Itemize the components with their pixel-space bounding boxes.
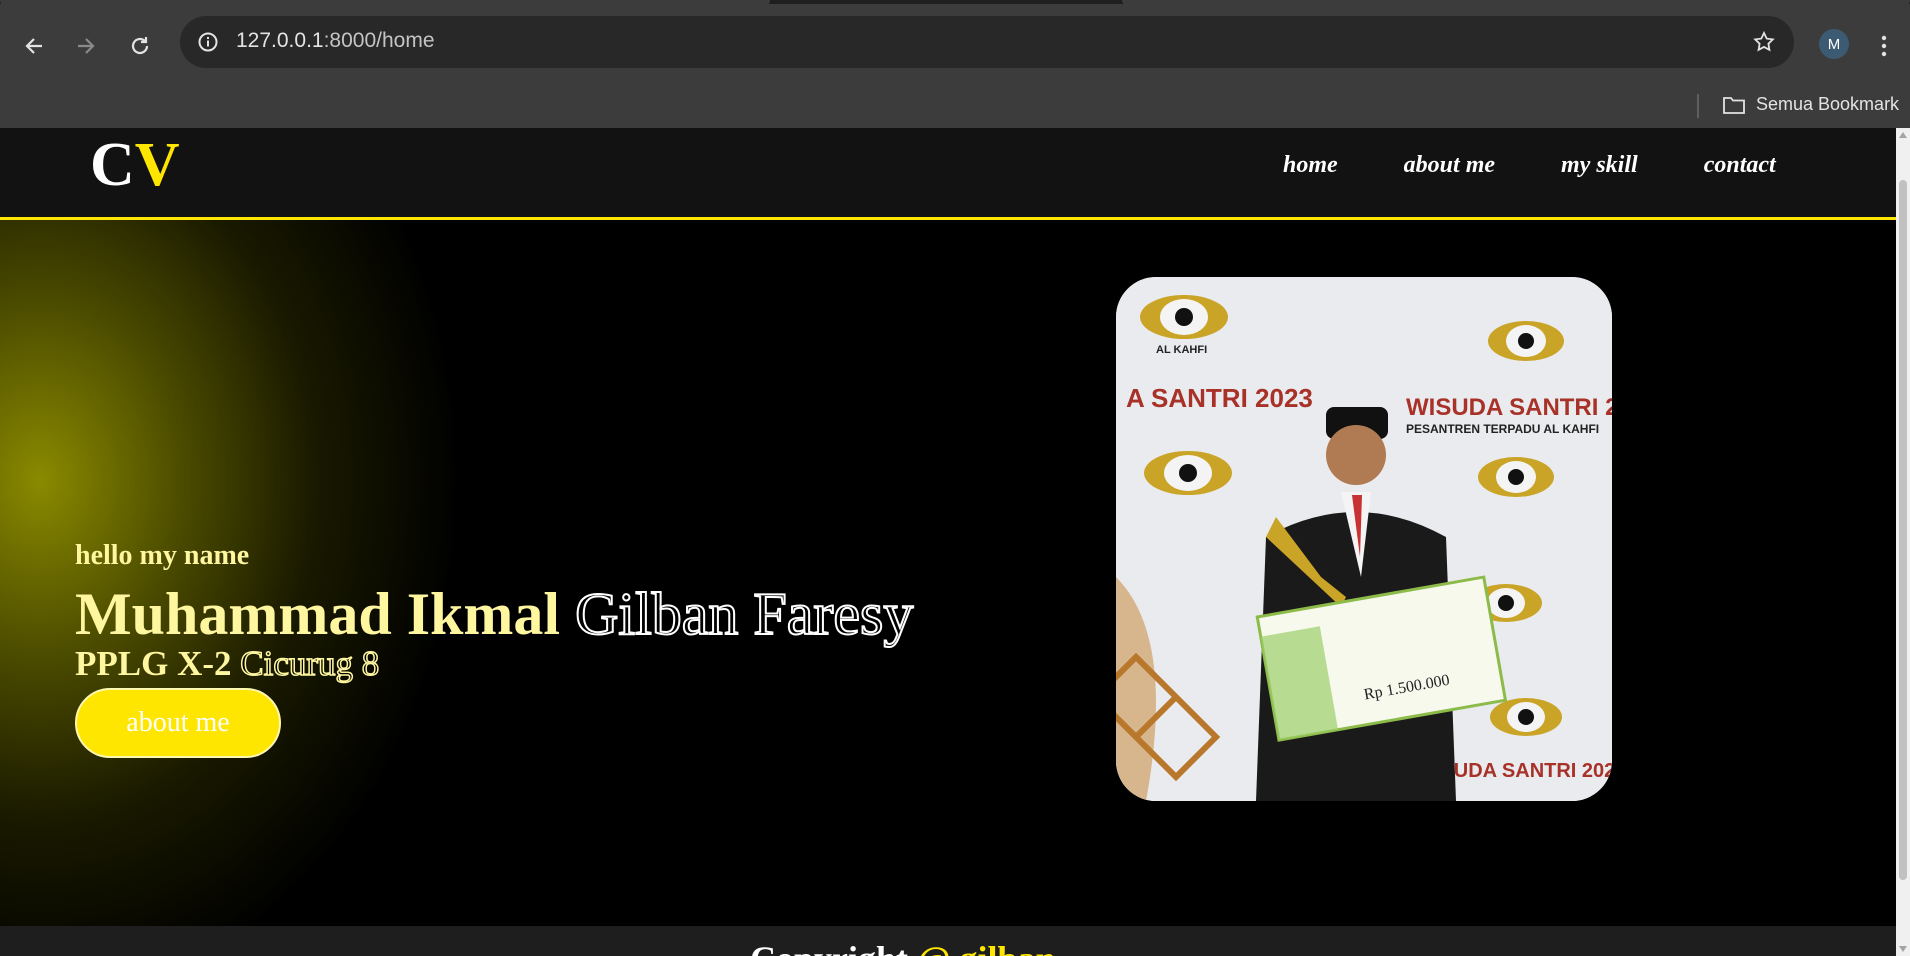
more-menu-icon[interactable] [1872, 26, 1896, 66]
reload-button[interactable] [120, 26, 160, 66]
nav-about-me[interactable]: about me [1404, 152, 1495, 179]
scroll-down-icon[interactable] [1899, 946, 1907, 952]
svg-text:AL KAHFI: AL KAHFI [1156, 344, 1207, 356]
hero-name: Muhammad Ikmal Gilban Faresy [75, 580, 914, 649]
all-bookmarks-folder[interactable]: Semua Bookmark [1722, 94, 1899, 115]
browser-toolbar: 127.0.0.1:8000/home M [0, 4, 1910, 84]
about-me-button[interactable]: about me [75, 688, 281, 758]
reload-icon [131, 37, 149, 55]
svg-text:WISUDA SANTRI 2023: WISUDA SANTRI 2023 [1406, 394, 1612, 421]
arrow-right-icon [78, 38, 95, 54]
back-button[interactable] [14, 26, 54, 66]
site-logo[interactable]: CV [90, 130, 180, 201]
nav-home[interactable]: home [1283, 152, 1338, 179]
hero-class: PPLG X-2 Cicurug 8 [75, 643, 381, 684]
site-info-icon[interactable] [194, 28, 222, 56]
forward-button[interactable] [66, 26, 106, 66]
bookmark-bar: Semua Bookmark [0, 84, 1910, 128]
bookmark-separator [1697, 94, 1699, 118]
hero-section: hello my name Muhammad Ikmal Gilban Fare… [0, 220, 1896, 926]
folder-icon [1723, 96, 1745, 114]
hero-greeting: hello my name [75, 540, 250, 571]
arrow-left-icon [25, 38, 42, 54]
hero-class-bold: PPLG X-2 [75, 644, 232, 683]
bookmark-star-icon[interactable] [1750, 28, 1778, 56]
scroll-up-icon[interactable] [1899, 132, 1907, 138]
nav-contact[interactable]: contact [1704, 152, 1776, 179]
svg-text:A SANTRI 2023: A SANTRI 2023 [1126, 383, 1313, 413]
hero-name-outline: Gilban Faresy [574, 580, 914, 648]
hero-class-outline: Cicurug 8 [240, 643, 381, 684]
profile-avatar[interactable]: M [1819, 29, 1849, 59]
al-kahfi-logo [1140, 295, 1228, 339]
page-scrollbar[interactable] [1896, 128, 1910, 956]
page-viewport: CV home about me my skill contact hello … [0, 128, 1896, 956]
bookmark-folder-label: Semua Bookmark [1756, 94, 1900, 114]
svg-text:PESANTREN TERPADU AL KAHFI: PESANTREN TERPADU AL KAHFI [1406, 422, 1599, 436]
footer-copyright: Copyright @ gilban [750, 938, 1056, 956]
scrollbar-thumb[interactable] [1899, 180, 1907, 880]
nav-my-skill[interactable]: my skill [1561, 152, 1638, 179]
hero-name-bold: Muhammad Ikmal [75, 581, 561, 647]
profile-photo: A SANTRI 2023 WISUDA SANTRI 2023 PESANTR… [1116, 277, 1612, 801]
site-header: CV home about me my skill contact [0, 128, 1896, 220]
url-text[interactable]: 127.0.0.1:8000/home [236, 29, 435, 53]
address-bar[interactable]: 127.0.0.1:8000/home [180, 16, 1794, 68]
site-footer: Copyright @ gilban [0, 926, 1896, 956]
main-nav: home about me my skill contact [1283, 152, 1776, 179]
